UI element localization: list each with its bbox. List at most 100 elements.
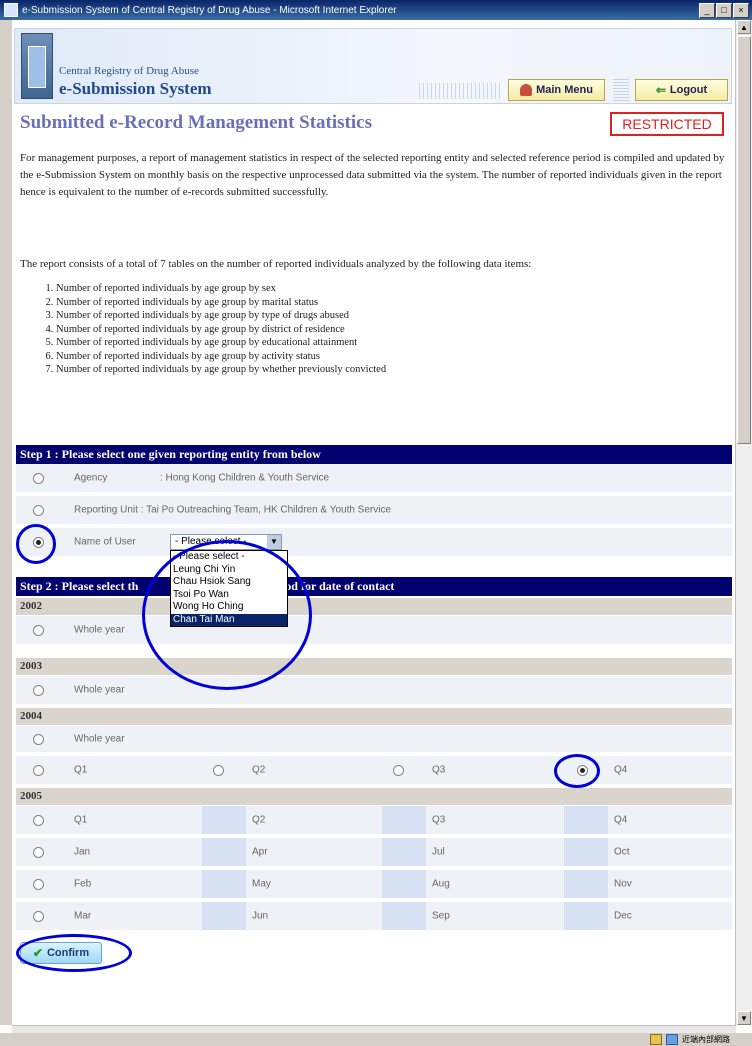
user-option[interactable]: - Please select - <box>171 551 287 564</box>
header-decoration <box>419 83 501 99</box>
header-separator <box>613 79 629 101</box>
month-label: Jan <box>74 846 91 858</box>
whole-year-2003-radio[interactable] <box>32 684 44 696</box>
reporting-unit-row: Reporting Unit : Tai Po Outreaching Team… <box>16 496 732 526</box>
checkmark-icon: ✔ <box>32 946 43 960</box>
restricted-badge: RESTRICTED <box>610 112 724 136</box>
list-item: Number of reported individuals by age gr… <box>56 323 736 337</box>
year-2002: 2002 <box>16 598 732 615</box>
disabled-cell <box>202 838 246 866</box>
disabled-cell <box>382 838 426 866</box>
disabled-cell <box>382 902 426 930</box>
zone-label: 近端內部網路 <box>682 1035 730 1044</box>
disabled-cell <box>202 806 246 834</box>
jan-radio[interactable] <box>32 846 44 858</box>
chevron-down-icon[interactable]: ▼ <box>267 535 281 549</box>
app-name: e-Submission System <box>59 79 212 98</box>
whole-year-2004-row: Whole year <box>16 726 732 754</box>
month-label: Oct <box>614 846 630 858</box>
vertical-scrollbar[interactable]: ▲ ▼ <box>735 20 752 1025</box>
data-items-list: Number of reported individuals by age gr… <box>34 282 736 377</box>
user-option[interactable]: Leung Chi Yin <box>171 564 287 577</box>
whole-year-label: Whole year <box>74 684 125 696</box>
close-button[interactable]: × <box>733 2 749 18</box>
agency-value: : Hong Kong Children & Youth Service <box>160 472 329 484</box>
whole-year-label: Whole year <box>74 733 125 745</box>
agency-label: Agency <box>74 472 108 484</box>
scroll-down-icon[interactable]: ▼ <box>737 1011 751 1025</box>
user-option[interactable]: Chau Hsiok Sang <box>171 576 287 589</box>
agency-radio[interactable] <box>32 472 44 484</box>
scroll-up-icon[interactable]: ▲ <box>737 20 751 34</box>
main-menu-button[interactable]: Main Menu <box>508 79 605 101</box>
months-row-3: Mar Jun Sep Dec <box>16 902 732 932</box>
org-name: Central Registry of Drug Abuse <box>59 65 199 77</box>
window-controls: _ □ × <box>699 2 749 18</box>
q2-2004-radio[interactable] <box>212 764 224 776</box>
step2-title-left: Step 2 : Please select th <box>20 579 139 593</box>
disabled-cell <box>564 838 608 866</box>
user-option[interactable]: Tsoi Po Wan <box>171 589 287 602</box>
whole-year-2003-row: Whole year <box>16 676 732 706</box>
step1-header: Step 1 : Please select one given reporti… <box>16 445 732 464</box>
maximize-button[interactable]: □ <box>716 2 732 18</box>
select-value: - Please select - <box>175 536 247 547</box>
list-item: Number of reported individuals by age gr… <box>56 336 736 350</box>
logout-label: Logout <box>669 84 708 96</box>
user-select[interactable]: - Please select - ▼ <box>170 534 282 550</box>
months-row-2: Feb May Aug Nov <box>16 870 732 900</box>
window-left-frame <box>0 20 12 1025</box>
user-radio[interactable] <box>32 536 44 548</box>
q3-2004-radio[interactable] <box>392 764 404 776</box>
intro-paragraph: For management purposes, a report of man… <box>20 152 725 198</box>
mar-radio[interactable] <box>32 910 44 922</box>
q2-label: Q2 <box>252 814 266 826</box>
month-label: Dec <box>614 910 632 922</box>
reporting-unit-radio[interactable] <box>32 504 44 516</box>
whole-year-label: Whole year <box>74 624 125 636</box>
q3-label: Q3 <box>432 814 446 826</box>
disabled-cell <box>564 806 608 834</box>
logout-button[interactable]: ⇐ Logout <box>635 79 728 101</box>
disabled-cell <box>564 902 608 930</box>
main-menu-label: Main Menu <box>536 84 593 96</box>
window-title: e-Submission System of Central Registry … <box>22 4 397 16</box>
disabled-cell <box>382 806 426 834</box>
whole-year-2002-radio[interactable] <box>32 624 44 636</box>
q1-label: Q1 <box>74 814 88 826</box>
ie-app-icon <box>4 3 18 17</box>
minimize-button[interactable]: _ <box>699 2 715 18</box>
user-option[interactable]: Wong Ho Ching <box>171 601 287 614</box>
whole-year-2004-radio[interactable] <box>32 733 44 745</box>
agency-row: Agency : Hong Kong Children & Youth Serv… <box>16 464 732 494</box>
months-row-1: Jan Apr Jul Oct <box>16 838 732 868</box>
disabled-cell <box>382 870 426 898</box>
confirm-label: Confirm <box>46 947 90 959</box>
user-label: Name of User <box>74 536 136 548</box>
confirm-button[interactable]: ✔ Confirm <box>20 942 102 964</box>
q1-2005-radio[interactable] <box>32 814 44 826</box>
year-2003: 2003 <box>16 658 732 675</box>
q4-2004-radio[interactable] <box>576 764 588 776</box>
quarters-2004-row: Q1 Q2 Q3 Q4 <box>16 756 732 786</box>
feb-radio[interactable] <box>32 878 44 890</box>
quarters-2005-row: Q1 Q2 Q3 Q4 <box>16 806 732 836</box>
page-content: Central Registry of Drug Abuse e-Submiss… <box>12 20 736 1025</box>
user-icon <box>520 84 533 96</box>
q1-2004-radio[interactable] <box>32 764 44 776</box>
year-2004: 2004 <box>16 708 732 725</box>
year-2005: 2005 <box>16 788 732 805</box>
month-label: Feb <box>74 878 92 890</box>
month-label: May <box>252 878 271 890</box>
user-dropdown-list: - Please select - Leung Chi Yin Chau Hsi… <box>170 550 288 627</box>
scroll-thumb[interactable] <box>737 36 751 444</box>
reporting-unit-text: Reporting Unit : Tai Po Outreaching Team… <box>74 504 392 516</box>
list-item: Number of reported individuals by age gr… <box>56 350 736 364</box>
intranet-zone-icon <box>666 1034 678 1045</box>
whole-year-2002-row: Whole year <box>16 616 732 646</box>
user-option-selected[interactable]: Chan Tai Man <box>171 613 287 626</box>
month-label: Apr <box>252 846 268 858</box>
app-header: Central Registry of Drug Abuse e-Submiss… <box>14 28 732 104</box>
user-row: Name of User <box>16 528 732 558</box>
arrow-left-icon: ⇐ <box>655 83 666 97</box>
